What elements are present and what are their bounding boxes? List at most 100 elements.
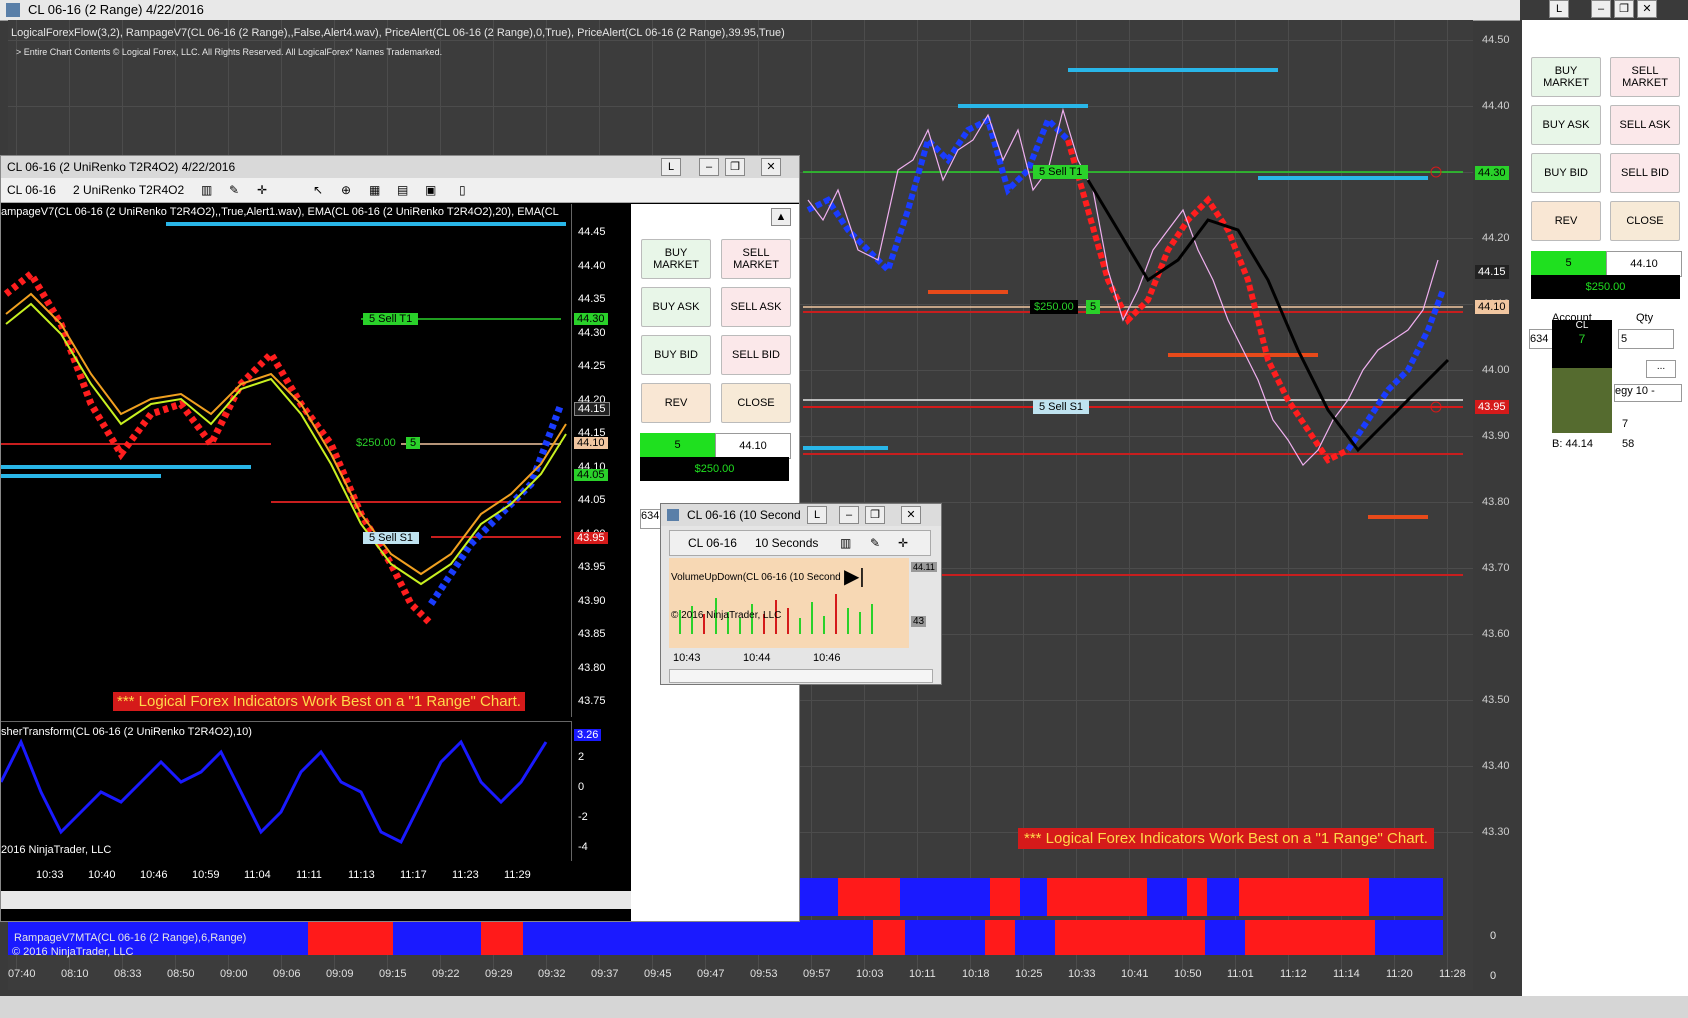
renko-reverse-button[interactable]: REV [641, 383, 711, 423]
renko-y-axis-tick-label: 43.80 [578, 661, 606, 674]
mta-zero-lower: 0 [1490, 970, 1497, 982]
crosshair-icon[interactable]: ✛ [257, 178, 267, 202]
renko-minimize-button[interactable]: – [699, 158, 719, 176]
strategies-icon[interactable]: ▤ [397, 178, 408, 202]
price-line-recovery [1345, 288, 1446, 452]
renko-buy-market-button[interactable]: BUY MARKET [641, 239, 711, 279]
renko-close-position-button[interactable]: CLOSE [721, 383, 791, 423]
renko-sell-t1-tag[interactable]: 5 Sell T1 [363, 313, 419, 325]
data-box-icon[interactable]: ▯ [459, 178, 466, 202]
x-axis-tick-label: 08:50 [167, 968, 195, 980]
fisher-tick-2: 2 [578, 751, 585, 763]
renko-position-pnl: $250.00 [640, 457, 789, 481]
buy-market-button[interactable]: BUY MARKET [1531, 57, 1601, 97]
renko-t1-price-tag: 44.30 [574, 313, 608, 325]
renko-sell-market-button[interactable]: SELL MARKET [721, 239, 791, 279]
volume-chart[interactable]: VolumeUpDown(CL 06-16 (10 Second © 2016 … [669, 558, 909, 648]
fisher-transform-panel[interactable]: sherTransform(CL 06-16 (2 UniRenko T2R4O… [1, 721, 571, 862]
volume-minimize-button[interactable]: – [839, 506, 859, 524]
mta-zero-upper: 0 [1490, 930, 1497, 942]
volume-crosshair-icon[interactable]: ✛ [898, 531, 908, 555]
volume-restore-button[interactable]: ❐ [865, 506, 885, 524]
logical-forex-banner: *** Logical Forex Indicators Work Best o… [1018, 828, 1434, 849]
x-axis-tick-label: 08:10 [61, 968, 89, 980]
price-line-wick [807, 107, 1439, 466]
properties-icon[interactable]: ▣ [425, 178, 436, 202]
sell-t1-tag[interactable]: 5 Sell T1 [1033, 165, 1089, 179]
volume-interval-select[interactable]: 10 Seconds [755, 531, 818, 555]
strategy-select[interactable]: egy 10 - [1614, 384, 1682, 402]
volume-bar-style-icon[interactable]: ▥ [840, 531, 851, 555]
volume-instrument-select[interactable]: CL 06-16 [688, 531, 737, 555]
buy-ask-button[interactable]: BUY ASK [1531, 105, 1601, 145]
renko-y-axis-tick-label: 43.75 [578, 695, 606, 707]
renko-sell-bid-button[interactable]: SELL BID [721, 335, 791, 375]
more-options-button[interactable]: ... [1646, 360, 1676, 378]
renko-buy-bid-button[interactable]: BUY BID [641, 335, 711, 375]
close-window-button[interactable]: ✕ [1637, 0, 1657, 18]
buy-bid-button[interactable]: BUY BID [1531, 153, 1601, 193]
main-window-titlebar: CL 06-16 (2 Range) 4/22/2016 [0, 0, 1520, 21]
volume-window-icon [667, 509, 679, 521]
ma-black-line [1086, 179, 1450, 453]
qty-stepper[interactable]: 5 [1618, 329, 1674, 349]
sell-t1-price-tag: 44.30 [1475, 166, 1509, 180]
renko-instrument-select[interactable]: CL 06-16 [7, 178, 56, 202]
y-axis-tick-label: 44.40 [1482, 100, 1510, 112]
instrument-popup: CL 7 [1552, 320, 1612, 433]
sell-s1-tag[interactable]: 5 Sell S1 [1033, 400, 1090, 414]
y-axis-tick-label: 44.20 [1482, 232, 1510, 244]
reverse-button[interactable]: REV [1531, 201, 1601, 241]
volume-indicator-label: VolumeUpDown(CL 06-16 (10 Second [671, 572, 841, 583]
bar-style-icon[interactable]: ▥ [201, 178, 212, 202]
x-axis-tick-label: 09:45 [644, 968, 672, 980]
cursor-icon[interactable]: ↖ [313, 178, 323, 202]
renko-bartype-select[interactable]: 2 UniRenko T2R4O2 [73, 178, 184, 202]
renko-banner: *** Logical Forex Indicators Work Best o… [113, 692, 525, 711]
volume-scrollbar[interactable] [669, 669, 933, 683]
renko-x-axis-tick-label: 11:11 [296, 869, 322, 881]
mta-indicator-label: RampageV7MTA(CL 06-16 (2 Range),6,Range) [14, 932, 247, 944]
sell-ask-button[interactable]: SELL ASK [1610, 105, 1680, 145]
x-axis-tick-label: 10:18 [962, 968, 990, 980]
renko-position-price: 44.10 [715, 433, 791, 459]
volume-close-button[interactable]: ✕ [901, 506, 921, 524]
volume-pencil-icon[interactable]: ✎ [870, 531, 880, 555]
link-button[interactable]: L [1549, 0, 1569, 18]
zoom-icon[interactable]: ⊕ [341, 178, 351, 202]
volume-link-button[interactable]: L [807, 506, 827, 524]
renko-x-axis-tick-label: 10:46 [140, 869, 168, 881]
pnl-tag: $250.00 [1030, 300, 1078, 314]
renko-pnl-qty-tag: 5 [406, 437, 421, 449]
x-axis-tick-label: 10:11 [909, 968, 936, 980]
renko-y-axis-tick-label: 44.40 [578, 259, 606, 272]
renko-restore-button[interactable]: ❐ [725, 158, 745, 176]
renko-price-chart[interactable]: ampageV7(CL 06-16 (2 UniRenko T2R4O2),,T… [1, 204, 571, 717]
renko-sell-s1-tag[interactable]: 5 Sell S1 [363, 532, 420, 544]
renko-panel-collapse-button[interactable]: ▲ [771, 208, 791, 226]
sell-market-button[interactable]: SELL MARKET [1610, 57, 1680, 97]
pencil-icon[interactable]: ✎ [229, 178, 239, 202]
renko-y-axis: 44.45 44.40 44.35 44.30 44.25 44.20 44.15 44.10… [571, 204, 632, 717]
renko-sell-ask-button[interactable]: SELL ASK [721, 287, 791, 327]
renko-plot [1, 222, 567, 627]
play-icon[interactable]: ▶| [844, 564, 865, 589]
minimize-button[interactable]: – [1591, 0, 1611, 18]
renko-buy-ask-button[interactable]: BUY ASK [641, 287, 711, 327]
renko-close-button[interactable]: ✕ [761, 158, 781, 176]
renko-scrollbar[interactable] [1, 891, 631, 909]
sell-s1-price-tag: 43.95 [1475, 400, 1509, 414]
renko-s1-price-tag: 43.95 [574, 532, 608, 544]
renko-x-axis-tick-label: 11:17 [400, 869, 427, 881]
indicators-icon[interactable]: ▦ [369, 178, 380, 202]
renko-link-button[interactable]: L [661, 158, 681, 176]
x-axis-tick-label: 09:00 [220, 968, 248, 980]
restore-button[interactable]: ❐ [1614, 0, 1634, 18]
y-axis-tick-label: 43.90 [1482, 430, 1510, 442]
qty-label: Qty [1636, 312, 1654, 324]
sell-bid-button[interactable]: SELL BID [1610, 153, 1680, 193]
renko-last-price-tag: 44.15 [574, 402, 610, 416]
ask-count: 7 [1622, 418, 1629, 430]
x-axis-tick-label: 10:50 [1174, 968, 1202, 980]
close-position-button[interactable]: CLOSE [1610, 201, 1680, 241]
